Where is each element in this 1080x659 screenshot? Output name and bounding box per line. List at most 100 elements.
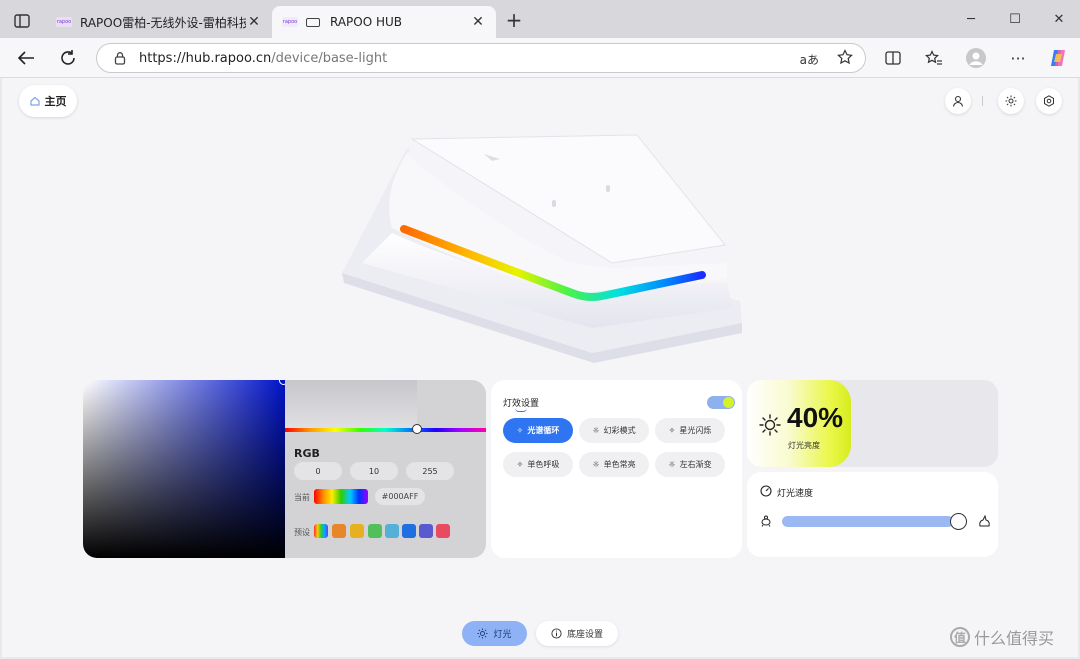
title-underline bbox=[515, 408, 527, 412]
mode-colorful-button[interactable]: ☼ 幻彩模式 bbox=[579, 418, 649, 443]
rabbit-icon bbox=[979, 515, 990, 527]
stars-icon: ✧ bbox=[668, 426, 676, 435]
address-toolbar: https://hub.rapoo.cn/device/base-light a… bbox=[0, 38, 1080, 78]
tab-base-settings[interactable]: 底座设置 bbox=[536, 621, 618, 646]
bulb-icon: ☼ bbox=[592, 426, 600, 435]
bulb-icon: ☼ bbox=[668, 460, 676, 469]
new-tab-button[interactable]: + bbox=[504, 10, 524, 31]
app-page: 主页 RGB 0 10 255 当前 #000AFF 预设 灯效设置 ✧ 光谱循… bbox=[2, 78, 1078, 657]
theme-button[interactable] bbox=[998, 88, 1024, 114]
back-button[interactable] bbox=[14, 46, 38, 70]
settings-button[interactable] bbox=[1036, 88, 1062, 114]
speed-card: 灯光速度 bbox=[747, 472, 998, 557]
saturation-value-area[interactable] bbox=[83, 380, 285, 558]
home-icon bbox=[29, 96, 40, 106]
maximize-button[interactable]: ☐ bbox=[1000, 8, 1030, 30]
hex-input[interactable]: #000AFF bbox=[375, 488, 425, 505]
speed-slider-handle[interactable] bbox=[950, 513, 967, 530]
split-screen-icon[interactable] bbox=[881, 46, 905, 70]
rgb-label: RGB bbox=[294, 447, 320, 460]
hue-slider[interactable] bbox=[285, 428, 486, 432]
speed-slider-track[interactable] bbox=[782, 516, 962, 527]
sun-icon bbox=[477, 628, 489, 639]
speedometer-icon bbox=[760, 485, 772, 497]
preset-swatch[interactable] bbox=[436, 524, 450, 538]
favorite-star-icon[interactable] bbox=[837, 49, 853, 69]
red-input[interactable]: 0 bbox=[294, 462, 342, 480]
minimize-button[interactable]: ─ bbox=[956, 8, 986, 30]
mode-breathing-button[interactable]: ✧ 单色呼吸 bbox=[503, 452, 573, 477]
preset-swatch[interactable] bbox=[350, 524, 364, 538]
rapoo-favicon-icon: rapoo bbox=[56, 17, 72, 27]
tab-title: RAPOO雷柏-无线外设-雷柏科技 bbox=[80, 15, 246, 30]
browser-tab-bar: rapoo RAPOO雷柏-无线外设-雷柏科技 ✕ rapoo RAPOO HU… bbox=[0, 0, 1080, 40]
speed-slider-fill bbox=[782, 516, 953, 527]
mode-spectrum-cycle-button[interactable]: ✧ 光谱循环 bbox=[503, 418, 573, 443]
preset-swatch[interactable] bbox=[368, 524, 382, 538]
url-host: https://hub.rapoo.cn bbox=[139, 50, 272, 66]
preset-swatch[interactable] bbox=[385, 524, 399, 538]
current-color-label: 当前 bbox=[294, 493, 310, 502]
tab-lighting[interactable]: 灯光 bbox=[462, 621, 527, 646]
green-input[interactable]: 10 bbox=[350, 462, 398, 480]
gear-icon bbox=[1044, 95, 1054, 107]
bulb-icon: ☼ bbox=[592, 460, 600, 469]
url-input[interactable]: https://hub.rapoo.cn/device/base-light a… bbox=[96, 43, 866, 73]
sun-icon bbox=[759, 414, 781, 436]
url-path: /device/base-light bbox=[271, 50, 388, 66]
favorites-icon[interactable] bbox=[922, 46, 946, 70]
more-menu-icon[interactable]: ··· bbox=[1006, 46, 1030, 70]
close-window-button[interactable]: ✕ bbox=[1044, 8, 1074, 30]
watermark-text: 什么值得买 bbox=[974, 629, 1055, 648]
color-picker-panel: RGB 0 10 255 当前 #000AFF 预设 bbox=[83, 380, 486, 558]
account-button[interactable] bbox=[945, 88, 971, 114]
mode-gradient-button[interactable]: ☼ 左右渐变 bbox=[655, 452, 725, 477]
tab-label: 灯光 bbox=[493, 630, 512, 640]
stars-icon: ✧ bbox=[516, 460, 524, 469]
stars-icon: ✧ bbox=[516, 426, 524, 435]
preset-swatch[interactable] bbox=[419, 524, 433, 538]
base-light-device-image bbox=[342, 134, 742, 363]
preset-swatch[interactable] bbox=[402, 524, 416, 538]
turtle-icon bbox=[761, 515, 771, 527]
profile-avatar-icon[interactable] bbox=[964, 46, 988, 70]
mode-label: 光谱循环 bbox=[527, 426, 560, 435]
current-color-swatch bbox=[314, 489, 368, 504]
blue-input[interactable]: 255 bbox=[406, 462, 454, 480]
tab-title: RAPOO HUB bbox=[330, 15, 403, 29]
mode-label: 幻彩模式 bbox=[603, 426, 636, 435]
tab-rapoo-home[interactable]: rapoo RAPOO雷柏-无线外设-雷柏科技 ✕ bbox=[46, 6, 272, 38]
toggle-knob bbox=[723, 397, 734, 408]
close-icon[interactable]: ✕ bbox=[470, 14, 486, 30]
refresh-button[interactable] bbox=[56, 46, 80, 70]
mode-static-button[interactable]: ☼ 单色常亮 bbox=[579, 452, 649, 477]
mode-label: 左右渐变 bbox=[679, 460, 712, 469]
mode-label: 单色常亮 bbox=[603, 460, 636, 469]
brightness-value: 40% bbox=[787, 402, 844, 433]
watermark: 值 什么值得买 bbox=[950, 625, 1054, 649]
close-icon[interactable]: ✕ bbox=[246, 14, 262, 30]
tab-rapoo-hub[interactable]: rapoo RAPOO HUB ✕ bbox=[272, 6, 496, 38]
info-icon bbox=[551, 628, 562, 639]
brightness-card[interactable]: 40% 灯光亮度 bbox=[747, 380, 998, 467]
mode-label: 单色呼吸 bbox=[527, 460, 560, 469]
sun-icon bbox=[1005, 95, 1017, 107]
brightness-label: 灯光亮度 bbox=[788, 441, 820, 450]
tab-actions-icon[interactable] bbox=[10, 10, 34, 32]
lock-icon[interactable] bbox=[113, 51, 127, 65]
preset-swatch[interactable] bbox=[332, 524, 346, 538]
mode-starlight-button[interactable]: ✧ 星光闪烁 bbox=[655, 418, 725, 443]
read-aloud-icon[interactable]: aあ bbox=[800, 51, 819, 68]
effects-toggle[interactable] bbox=[707, 396, 735, 409]
preset-label: 预设 bbox=[294, 528, 310, 537]
copilot-icon[interactable] bbox=[1046, 46, 1070, 70]
watermark-logo-icon: 值 bbox=[950, 627, 970, 647]
color-controls: RGB 0 10 255 当前 #000AFF 预设 bbox=[285, 380, 486, 558]
preset-swatch-rainbow[interactable] bbox=[314, 524, 328, 538]
mode-label: 星光闪烁 bbox=[679, 426, 712, 435]
hue-slider-handle[interactable] bbox=[412, 424, 422, 434]
speed-title: 灯光速度 bbox=[777, 489, 814, 499]
home-button[interactable]: 主页 bbox=[19, 85, 77, 117]
rapoo-favicon-icon: rapoo bbox=[282, 17, 298, 27]
tab-label: 底座设置 bbox=[566, 630, 603, 640]
